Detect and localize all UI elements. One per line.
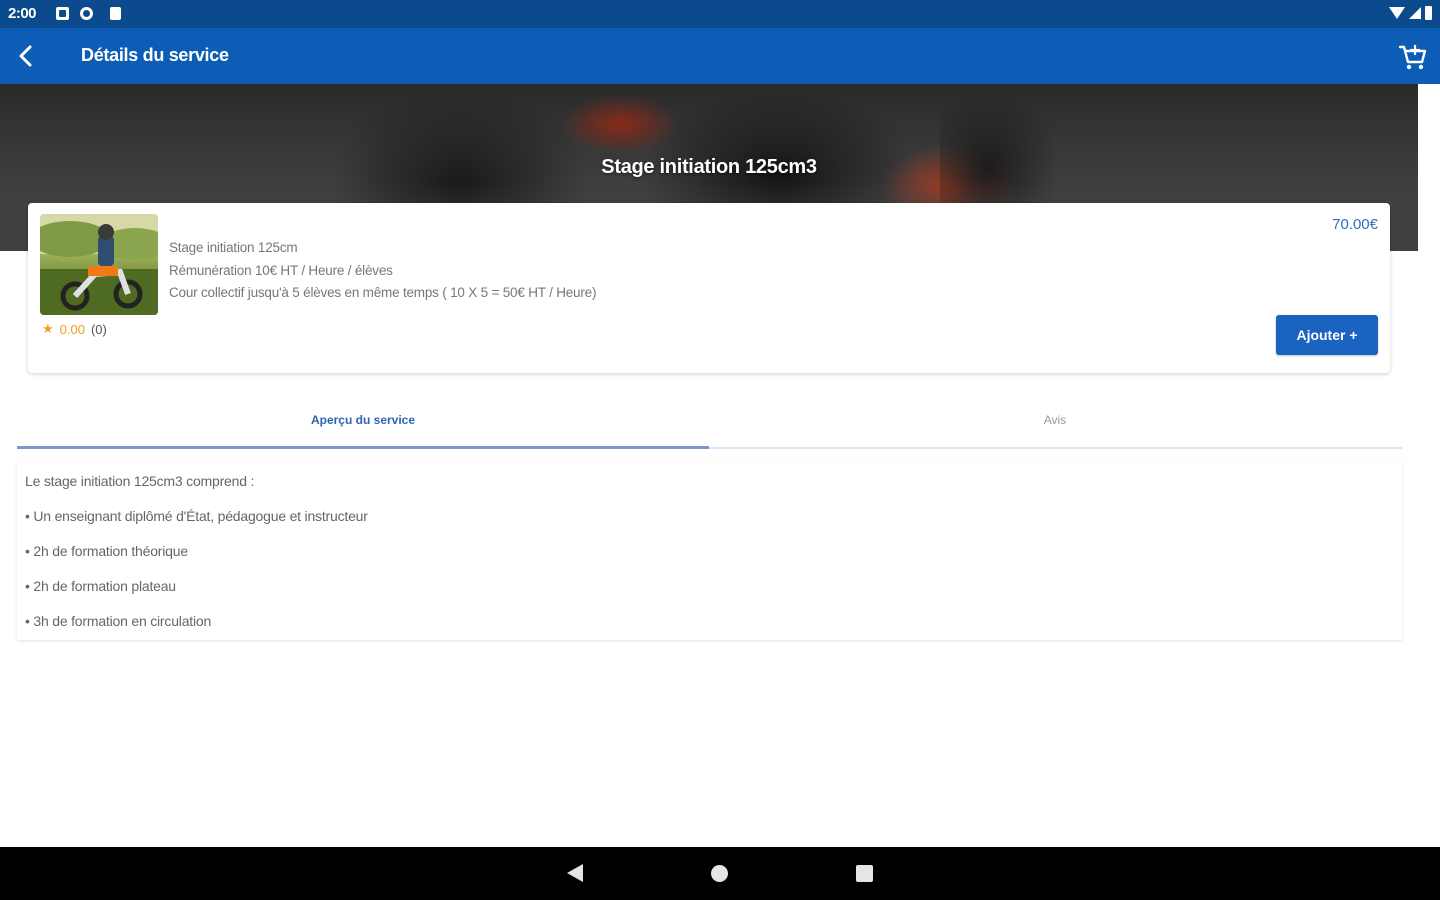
navigation-bar [0, 847, 1440, 900]
rating: ★ 0.00 (0) [42, 321, 107, 337]
add-button[interactable]: Ajouter + [1276, 315, 1378, 355]
nav-home-icon[interactable] [711, 865, 728, 882]
back-button[interactable] [12, 42, 40, 70]
overview-line: • 3h de formation en circulation [25, 613, 212, 629]
overview-line: Le stage initiation 125cm3 comprend : [25, 473, 255, 489]
page-title: Détails du service [81, 45, 229, 65]
wifi-icon [1389, 7, 1405, 19]
tab-overview[interactable]: Aperçu du service [17, 390, 709, 450]
status-right-icons [1389, 6, 1432, 20]
service-price: 70.00€ [1332, 216, 1378, 233]
overview-panel: Le stage initiation 125cm3 comprend : • … [17, 460, 1402, 640]
description-line-3: Cour collectif jusqu'à 5 élèves en même … [169, 285, 597, 300]
nav-back-icon[interactable] [567, 864, 583, 882]
battery-icon [1425, 6, 1432, 20]
notification-icon [56, 7, 69, 20]
hero-title: Stage initiation 125cm3 [601, 156, 817, 178]
sd-card-icon [110, 7, 121, 20]
status-bar: 2:00 [0, 0, 1440, 28]
overview-line: • 2h de formation plateau [25, 578, 176, 594]
overview-line: • Un enseignant diplômé d'État, pédagogu… [25, 508, 368, 524]
arrow-back-icon [19, 45, 32, 67]
description-line-2: Rémunération 10€ HT / Heure / élèves [169, 263, 393, 278]
service-card: Stage initiation 125cm Rémunération 10€ … [28, 203, 1390, 373]
tab-reviews[interactable]: Avis [709, 390, 1401, 450]
rating-count: (0) [90, 321, 107, 337]
rating-score: 0.00 [59, 321, 85, 337]
tab-bar: Aperçu du service Avis [17, 390, 1402, 450]
p-icon [80, 7, 93, 20]
nav-recents-icon[interactable] [856, 865, 873, 882]
cart-icon [1398, 45, 1427, 70]
app-bar: Détails du service [0, 28, 1440, 84]
description-line-1: Stage initiation 125cm [169, 240, 298, 255]
star-icon: ★ [42, 321, 54, 336]
tab-indicator [17, 446, 709, 449]
status-time: 2:00 [8, 5, 37, 22]
overview-line: • 2h de formation théorique [25, 543, 188, 559]
service-thumbnail [40, 214, 158, 315]
cart-button[interactable] [1398, 42, 1428, 72]
signal-icon [1409, 7, 1421, 19]
